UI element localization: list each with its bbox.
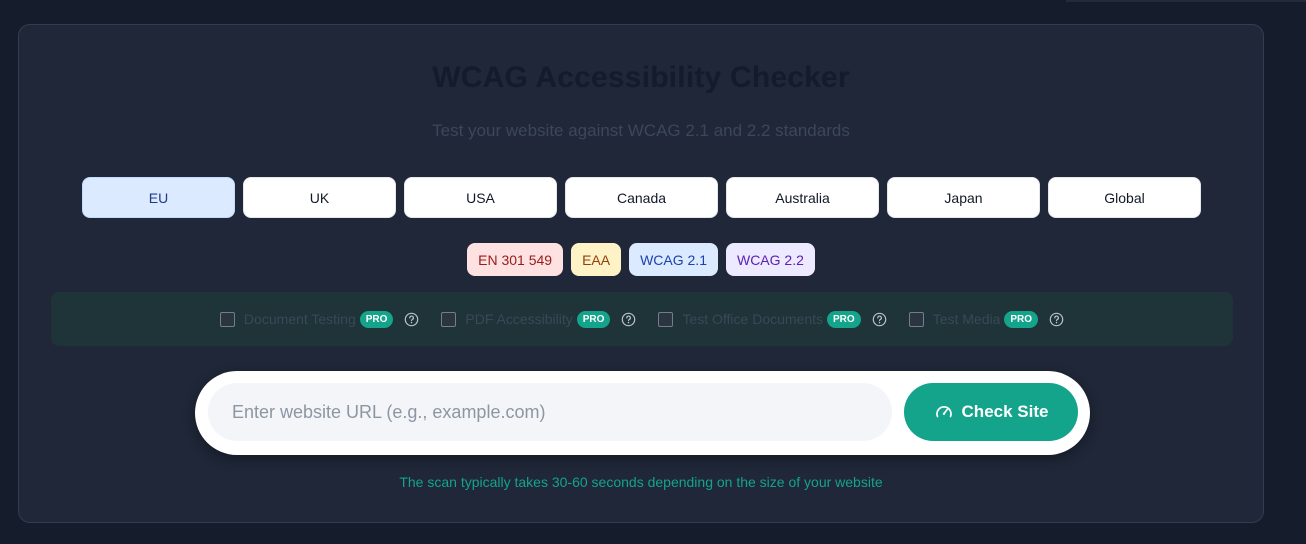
option-label: Test Office Documents — [682, 311, 824, 327]
option-document-testing: Document Testing PRO — [219, 310, 419, 328]
help-circle-icon[interactable] — [1049, 312, 1064, 327]
option-label: Document Testing — [243, 311, 356, 327]
url-search-box: Check Site — [195, 371, 1090, 455]
check-site-label: Check Site — [961, 402, 1049, 421]
pdf-accessibility-checkbox[interactable] — [441, 311, 457, 327]
pro-badge: PRO — [827, 310, 861, 328]
region-button-global[interactable]: Global — [1048, 177, 1201, 218]
document-testing-checkbox[interactable] — [219, 311, 235, 327]
standards-badges: EN 301 549 EAA WCAG 2.1 WCAG 2.2 — [19, 243, 1263, 276]
speedometer-icon — [934, 402, 954, 422]
help-circle-icon[interactable] — [404, 312, 419, 327]
option-label: PDF Accessibility — [465, 311, 573, 327]
standard-badge-en-301-549: EN 301 549 — [467, 243, 564, 276]
standard-badge-wcag-2-2: WCAG 2.2 — [725, 243, 815, 276]
standard-badge-wcag-2-1: WCAG 2.1 — [629, 243, 718, 276]
website-url-input[interactable] — [208, 383, 892, 441]
pro-badge: PRO — [359, 310, 394, 328]
option-pdf-accessibility: PDF Accessibility PRO — [441, 310, 636, 328]
option-test-media: Test Media PRO — [908, 310, 1064, 328]
help-circle-icon[interactable] — [621, 312, 636, 327]
page-title: WCAG Accessibility Checker — [432, 61, 850, 94]
region-button-usa[interactable]: USA — [404, 177, 557, 218]
standard-badge-eaa: EAA — [571, 243, 622, 276]
region-button-eu[interactable]: EU — [82, 177, 235, 218]
pro-badge: PRO — [1004, 310, 1039, 328]
region-button-uk[interactable]: UK — [243, 177, 396, 218]
help-circle-icon[interactable] — [872, 312, 887, 327]
region-button-japan[interactable]: Japan — [887, 177, 1040, 218]
checker-card: WCAG Accessibility Checker Test your web… — [18, 24, 1264, 523]
region-button-canada[interactable]: Canada — [565, 177, 718, 218]
region-selector: EU UK USA Canada Australia Japan Global — [82, 177, 1201, 218]
scan-time-note: The scan typically takes 30-60 seconds d… — [399, 474, 883, 490]
test-office-documents-checkbox[interactable] — [658, 311, 674, 327]
region-button-australia[interactable]: Australia — [726, 177, 879, 218]
option-test-office-documents: Test Office Documents PRO — [658, 310, 887, 328]
pro-options-bar: Document Testing PRO PDF Accessibility P… — [51, 292, 1233, 346]
page-subtitle: Test your website against WCAG 2.1 and 2… — [432, 121, 850, 140]
option-label: Test Media — [932, 311, 1001, 327]
test-media-checkbox[interactable] — [908, 311, 924, 327]
top-edge-shadow — [1066, 0, 1306, 2]
pro-badge: PRO — [576, 310, 611, 328]
check-site-button[interactable]: Check Site — [904, 383, 1078, 441]
